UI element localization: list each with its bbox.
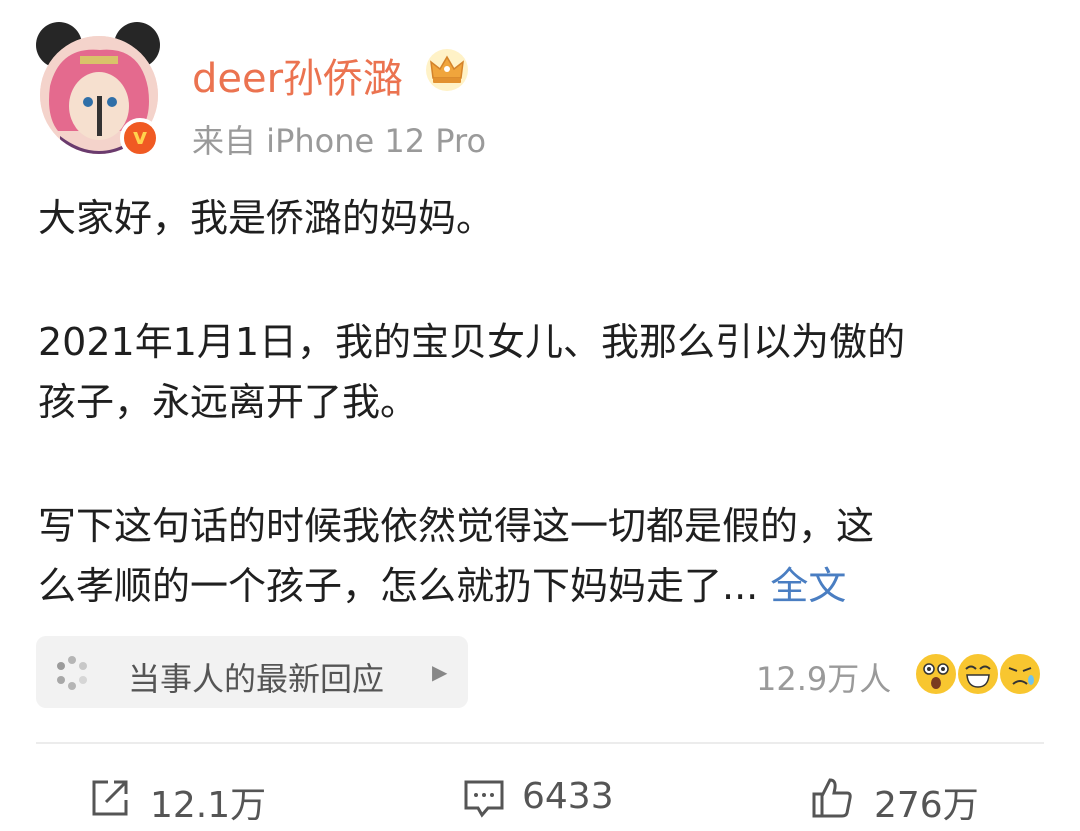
repost-count[interactable]: 12.1万 <box>150 776 266 828</box>
post-paragraph-3-line-2: 么孝顺的一个孩子，怎么就扔下妈妈走了... 全文 <box>38 554 846 618</box>
reaction-count[interactable]: 12.9万人 <box>756 654 891 700</box>
read-full-link[interactable]: 全文 <box>770 564 846 608</box>
comment-icon[interactable] <box>462 776 506 820</box>
post-source: 来自 iPhone 12 Pro <box>192 122 487 160</box>
like-icon[interactable] <box>810 776 854 820</box>
avatar[interactable]: v <box>36 22 164 162</box>
post-paragraph-2-line-1: 2021年1月1日，我的宝贝女儿、我那么引以为傲的 <box>38 320 906 364</box>
like-count[interactable]: 276万 <box>874 776 979 828</box>
post-paragraph-3-line-1: 写下这句话的时候我依然觉得这一切都是假的，这 <box>38 504 875 548</box>
laughing-emoji-icon[interactable] <box>956 652 1000 696</box>
chevron-right-icon: ▶ <box>432 660 448 684</box>
username[interactable]: deer孙侨潞 <box>192 46 403 104</box>
crown-icon[interactable] <box>424 48 470 92</box>
repost-icon[interactable] <box>88 776 132 820</box>
shocked-emoji-icon[interactable] <box>914 652 958 696</box>
loading-dots-icon <box>54 655 90 691</box>
comment-count[interactable]: 6433 <box>522 776 614 817</box>
latest-response-label: 当事人的最新回应 <box>128 660 385 698</box>
post-paragraph-2-line-2: 孩子，永远离开了我。 <box>38 380 419 424</box>
post-paragraph-1: 大家好，我是侨潞的妈妈。 <box>38 196 495 240</box>
verified-badge-icon: v <box>120 118 160 158</box>
divider <box>36 742 1044 744</box>
post-paragraph-3-line-2-text: 么孝顺的一个孩子，怎么就扔下妈妈走了... <box>38 564 771 608</box>
crying-emoji-icon[interactable] <box>998 652 1042 696</box>
